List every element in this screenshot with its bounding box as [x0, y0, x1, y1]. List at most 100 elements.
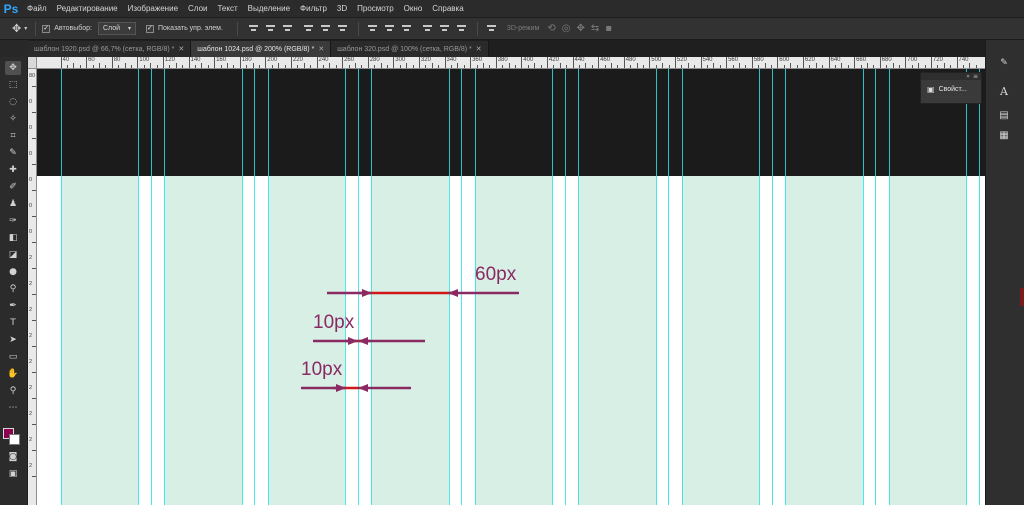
menu-layers[interactable]: Слои: [183, 0, 212, 18]
move-tool-icon[interactable]: ✥: [5, 61, 21, 75]
rotate-3d-icon[interactable]: ⟲: [547, 23, 555, 34]
marquee-tool-icon[interactable]: ⬚: [5, 78, 21, 92]
lasso-tool-icon[interactable]: ◌: [5, 95, 21, 109]
zoom-tool-icon[interactable]: ⚲: [5, 384, 21, 398]
tab-template-320[interactable]: шаблон 320.psd @ 100% (сетка, RGB/8) * ✕: [331, 41, 489, 57]
background-color-swatch[interactable]: [9, 434, 20, 445]
menu-filter[interactable]: Фильтр: [295, 0, 332, 18]
ruler-label: 0: [29, 99, 33, 105]
align-bottom-icon[interactable]: [282, 24, 293, 33]
eyedropper-tool-icon[interactable]: ✎: [5, 146, 21, 160]
ruler-minor-tick: [662, 63, 664, 68]
brush-tool-icon[interactable]: ✐: [5, 180, 21, 194]
ruler-minor-tick: [329, 63, 331, 68]
menu-help[interactable]: Справка: [427, 0, 468, 18]
distribute-right-icon[interactable]: [456, 24, 467, 33]
ruler-corner[interactable]: [28, 57, 37, 69]
distribute-hcenter-icon[interactable]: [439, 24, 450, 33]
brush-presets-icon[interactable]: ✎: [996, 56, 1012, 70]
ruler-major-tick: [598, 57, 600, 68]
align-hcenter-icon[interactable]: [320, 24, 331, 33]
ruler-label: 2: [29, 359, 33, 365]
distribute-vcenter-icon[interactable]: [384, 24, 395, 33]
align-top-icon[interactable]: [248, 24, 259, 33]
ruler-minor-tick: [866, 63, 868, 68]
menu-image[interactable]: Изображение: [123, 0, 183, 18]
history-brush-tool-icon[interactable]: ✑: [5, 214, 21, 228]
horizontal-ruler[interactable]: 40 60 80 100 120 140 160 180 200 220 240 260 280 300 3…: [37, 57, 985, 69]
roll-3d-icon[interactable]: ◎: [562, 23, 571, 34]
align-vcenter-icon[interactable]: [265, 24, 276, 33]
ruler-minor-tick: [194, 65, 196, 68]
align-left-icon[interactable]: [303, 24, 314, 33]
tab-template-1920[interactable]: шаблон 1920.psd @ 66,7% (сетка, RGB/8) *…: [28, 41, 192, 57]
autoselect-checkbox[interactable]: ✓: [42, 24, 51, 33]
menu-file[interactable]: Файл: [22, 0, 52, 18]
ruler-minor-tick: [604, 65, 606, 68]
auto-align-layers-icon[interactable]: [486, 24, 497, 33]
ruler-minor-tick: [463, 65, 465, 68]
hand-tool-icon[interactable]: ✋: [5, 367, 21, 381]
path-selection-tool-icon[interactable]: ➤: [5, 333, 21, 347]
ruler-minor-tick: [450, 65, 452, 68]
eraser-tool-icon[interactable]: ◧: [5, 231, 21, 245]
healing-brush-tool-icon[interactable]: ✚: [5, 163, 21, 177]
rectangle-tool-icon[interactable]: ▭: [5, 350, 21, 364]
ruler-minor-tick: [335, 65, 337, 68]
autoselect-dropdown[interactable]: Слой ▾: [97, 22, 136, 35]
ruler-minor-tick: [969, 63, 971, 68]
scale-3d-icon[interactable]: ▪: [605, 23, 612, 34]
type-tool-icon[interactable]: T: [5, 316, 21, 330]
chevron-down-icon[interactable]: ▾: [24, 25, 27, 32]
tab-template-1024[interactable]: шаблон 1024.psd @ 200% (RGB/8) * ✕: [191, 41, 332, 57]
ruler-minor-tick: [617, 65, 619, 68]
ruler-major-tick: [726, 57, 728, 68]
menu-edit[interactable]: Редактирование: [52, 0, 123, 18]
magic-wand-tool-icon[interactable]: ✧: [5, 112, 21, 126]
tab-label: шаблон 320.psd @ 100% (сетка, RGB/8) *: [337, 45, 472, 53]
ruler-label: 2: [29, 307, 33, 313]
ruler-label: 0: [29, 203, 33, 209]
ruler-minor-tick: [796, 65, 798, 68]
screen-mode-icon[interactable]: ▣: [5, 467, 21, 481]
ruler-minor-tick: [66, 65, 68, 68]
clone-stamp-tool-icon[interactable]: ♟: [5, 197, 21, 211]
ruler-minor-tick: [527, 65, 529, 68]
close-icon[interactable]: ✕: [476, 45, 482, 53]
move-icon[interactable]: ✥: [12, 22, 21, 35]
align-right-icon[interactable]: [337, 24, 348, 33]
close-icon[interactable]: ✕: [178, 45, 184, 53]
blur-tool-icon[interactable]: ●: [5, 265, 21, 279]
document-canvas[interactable]: 60px 10px 10px: [37, 69, 985, 505]
pen-tool-icon[interactable]: ✒: [5, 299, 21, 313]
character-panel-icon[interactable]: A: [996, 84, 1012, 98]
slide-3d-icon[interactable]: ⇆: [591, 23, 599, 34]
menu-type[interactable]: Текст: [212, 0, 242, 18]
distribute-top-icon[interactable]: [367, 24, 378, 33]
show-transform-checkbox[interactable]: ✓: [145, 24, 154, 33]
more-tools-icon[interactable]: ⋯: [5, 401, 21, 415]
dodge-tool-icon[interactable]: ⚲: [5, 282, 21, 296]
ruler-minor-tick: [201, 63, 203, 68]
ruler-label: 720: [932, 57, 943, 63]
menu-select[interactable]: Выделение: [243, 0, 295, 18]
pan-3d-icon[interactable]: ✥: [576, 23, 584, 34]
menu-view[interactable]: Просмотр: [352, 0, 399, 18]
gradient-tool-icon[interactable]: ◪: [5, 248, 21, 262]
quick-mask-icon[interactable]: ◙: [5, 450, 21, 464]
properties-panel[interactable]: » ≡ ▣ Свойст...: [920, 72, 982, 104]
close-icon[interactable]: ✕: [318, 45, 324, 53]
collapse-icon[interactable]: »: [966, 73, 970, 80]
vertical-ruler[interactable]: 80 0 0 0 0 0 0 2 2 2 2 2 2 2 2 2: [28, 69, 37, 505]
distribute-bottom-icon[interactable]: [401, 24, 412, 33]
ruler-label: 2: [29, 385, 33, 391]
menu-3d[interactable]: 3D: [332, 0, 352, 18]
paragraph-panel-icon[interactable]: ▦: [996, 128, 1012, 142]
menu-icon[interactable]: ≡: [973, 73, 978, 80]
menu-window[interactable]: Окно: [399, 0, 428, 18]
layers-panel-icon[interactable]: ▤: [996, 108, 1012, 122]
crop-tool-icon[interactable]: ⌗: [5, 129, 21, 143]
distribute-left-icon[interactable]: [422, 24, 433, 33]
ruler-minor-tick: [745, 65, 747, 68]
properties-row[interactable]: ▣ Свойст...: [921, 80, 981, 99]
